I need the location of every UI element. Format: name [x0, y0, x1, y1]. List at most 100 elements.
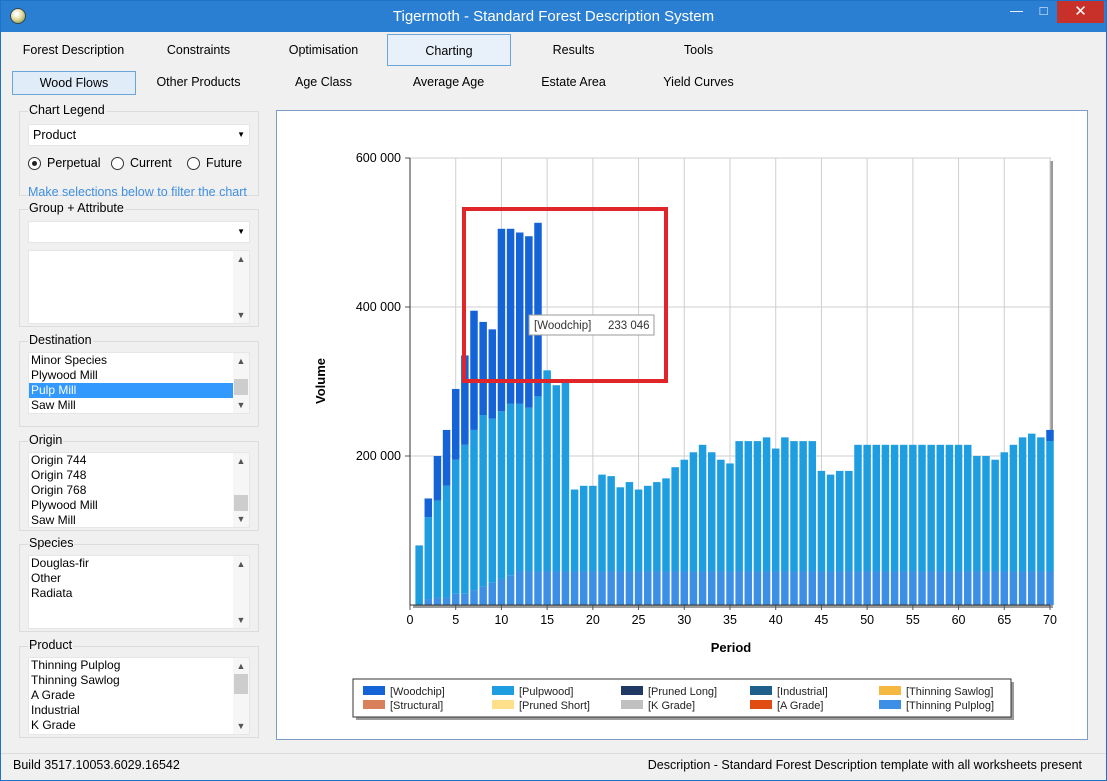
- subtab-age-class[interactable]: Age Class: [261, 71, 386, 95]
- bar-segment: [1018, 437, 1027, 572]
- list-item[interactable]: Douglas-fir: [29, 556, 249, 571]
- radio-perpetual[interactable]: Perpetual: [28, 156, 101, 170]
- bar-segment: [442, 429, 451, 486]
- tab-results[interactable]: Results: [511, 34, 636, 66]
- scroll-up-icon[interactable]: ▲: [233, 454, 249, 468]
- list-item[interactable]: Radiata: [29, 586, 249, 601]
- list-item-selected[interactable]: Pulp Mill: [29, 383, 249, 398]
- maximize-button[interactable]: □: [1030, 1, 1057, 23]
- close-button[interactable]: ✕: [1057, 1, 1104, 23]
- tab-charting[interactable]: Charting: [387, 34, 511, 66]
- list-item[interactable]: Origin 748: [29, 468, 249, 483]
- subtab-other-products[interactable]: Other Products: [136, 71, 261, 95]
- chart-legend-select[interactable]: Product ▼: [28, 124, 250, 146]
- list-item[interactable]: Other: [29, 571, 249, 586]
- scroll-thumb[interactable]: [234, 495, 248, 511]
- subtab-estate-area[interactable]: Estate Area: [511, 71, 636, 95]
- scrollbar[interactable]: ▲ ▼: [233, 658, 249, 734]
- group-attribute-select[interactable]: ▼: [28, 221, 250, 243]
- bar-segment: [845, 470, 853, 572]
- bar-segment: [671, 467, 679, 572]
- bar-segment: [598, 474, 606, 572]
- bar-segment: [717, 459, 725, 572]
- legend-label: [Pruned Short]: [519, 700, 590, 712]
- legend-swatch: [879, 700, 901, 709]
- list-item[interactable]: Thinning Sawlog: [29, 673, 249, 688]
- scroll-up-icon[interactable]: ▲: [233, 659, 249, 673]
- scrollbar[interactable]: ▲ ▼: [233, 556, 249, 628]
- scroll-down-icon[interactable]: ▼: [233, 719, 249, 733]
- bar-segment: [461, 444, 469, 594]
- bar-segment: [991, 459, 999, 572]
- radio-current[interactable]: Current: [111, 156, 172, 170]
- radio-future[interactable]: Future: [187, 156, 242, 170]
- bar-segment: [543, 370, 551, 572]
- bar-segment: [607, 476, 615, 572]
- list-item[interactable]: Thinning Pulplog: [29, 658, 249, 673]
- scroll-thumb[interactable]: [234, 674, 248, 694]
- bar-segment: [470, 590, 478, 605]
- scroll-thumb[interactable]: [234, 379, 248, 395]
- bar-segment: [817, 470, 826, 572]
- bar-segment: [799, 571, 807, 605]
- scroll-up-icon[interactable]: ▲: [233, 557, 249, 571]
- x-tick-label: 50: [860, 613, 874, 627]
- scroll-down-icon[interactable]: ▼: [233, 308, 249, 322]
- bar-segment: [643, 571, 652, 605]
- bar-segment: [451, 459, 460, 594]
- bar-segment: [1027, 433, 1036, 572]
- list-item[interactable]: K Grade: [29, 718, 249, 733]
- bar-segment: [927, 571, 935, 605]
- scroll-down-icon[interactable]: ▼: [233, 613, 249, 627]
- scroll-up-icon[interactable]: ▲: [233, 354, 249, 368]
- bar-segment: [726, 571, 734, 605]
- list-item[interactable]: Plywood Mill: [29, 368, 249, 383]
- bar-segment: [735, 441, 743, 572]
- scroll-down-icon[interactable]: ▼: [233, 512, 249, 526]
- scrollbar[interactable]: ▲ ▼: [233, 353, 249, 413]
- list-item[interactable]: Minor Species: [29, 353, 249, 368]
- bar-segment: [662, 571, 670, 605]
- scrollbar[interactable]: ▲ ▼: [233, 453, 249, 527]
- product-list[interactable]: Thinning Pulplog Thinning Sawlog A Grade…: [28, 657, 250, 735]
- bar-segment: [671, 571, 679, 605]
- list-item[interactable]: Origin 744: [29, 453, 249, 468]
- list-item[interactable]: Saw Mill: [29, 513, 249, 527]
- tab-forest-description[interactable]: Forest Description: [11, 34, 136, 66]
- scroll-up-icon[interactable]: ▲: [233, 252, 249, 266]
- bar-segment: [561, 571, 570, 605]
- bar-segment: [433, 456, 442, 501]
- scroll-down-icon[interactable]: ▼: [233, 398, 249, 412]
- group-attribute-list[interactable]: ▲ ▼: [28, 250, 250, 324]
- y-tick-label: 600 000: [356, 151, 401, 165]
- bar-segment: [744, 441, 753, 572]
- bar-segment: [543, 571, 551, 605]
- bar-segment: [735, 571, 743, 605]
- bar-segment: [552, 571, 561, 605]
- bar-segment: [1046, 441, 1054, 572]
- wood-flows-chart[interactable]: 0 5 10 15 20 25 30 35 40 45 50 55 60 65 70 600 000 400 0…: [277, 111, 1087, 739]
- scrollbar[interactable]: ▲ ▼: [233, 251, 249, 323]
- minimize-button[interactable]: —: [1003, 1, 1030, 23]
- list-item[interactable]: Plywood Mill: [29, 498, 249, 513]
- subtab-wood-flows[interactable]: Wood Flows: [12, 71, 136, 95]
- tab-optimisation[interactable]: Optimisation: [261, 34, 386, 66]
- species-list[interactable]: Douglas-fir Other Radiata ▲ ▼: [28, 555, 250, 629]
- bar-segment: [863, 444, 871, 572]
- subtab-yield-curves[interactable]: Yield Curves: [636, 71, 761, 95]
- origin-list[interactable]: Origin 744 Origin 748 Origin 768 Plywood…: [28, 452, 250, 528]
- list-item[interactable]: Origin 768: [29, 483, 249, 498]
- tab-constraints[interactable]: Constraints: [136, 34, 261, 66]
- list-item[interactable]: Saw Mill: [29, 398, 249, 413]
- bar-segment: [863, 571, 871, 605]
- destination-list[interactable]: Minor Species Plywood Mill Pulp Mill Saw…: [28, 352, 250, 414]
- bar-segment: [451, 388, 460, 460]
- bar-segment: [973, 571, 981, 605]
- list-item[interactable]: Industrial: [29, 703, 249, 718]
- bar-segment: [872, 571, 881, 605]
- bar-segment: [424, 517, 433, 600]
- subtab-average-age[interactable]: Average Age: [386, 71, 511, 95]
- list-item[interactable]: A Grade: [29, 688, 249, 703]
- tab-tools[interactable]: Tools: [636, 34, 761, 66]
- main-tab-bar: Forest Description Constraints Optimisat…: [1, 34, 1106, 68]
